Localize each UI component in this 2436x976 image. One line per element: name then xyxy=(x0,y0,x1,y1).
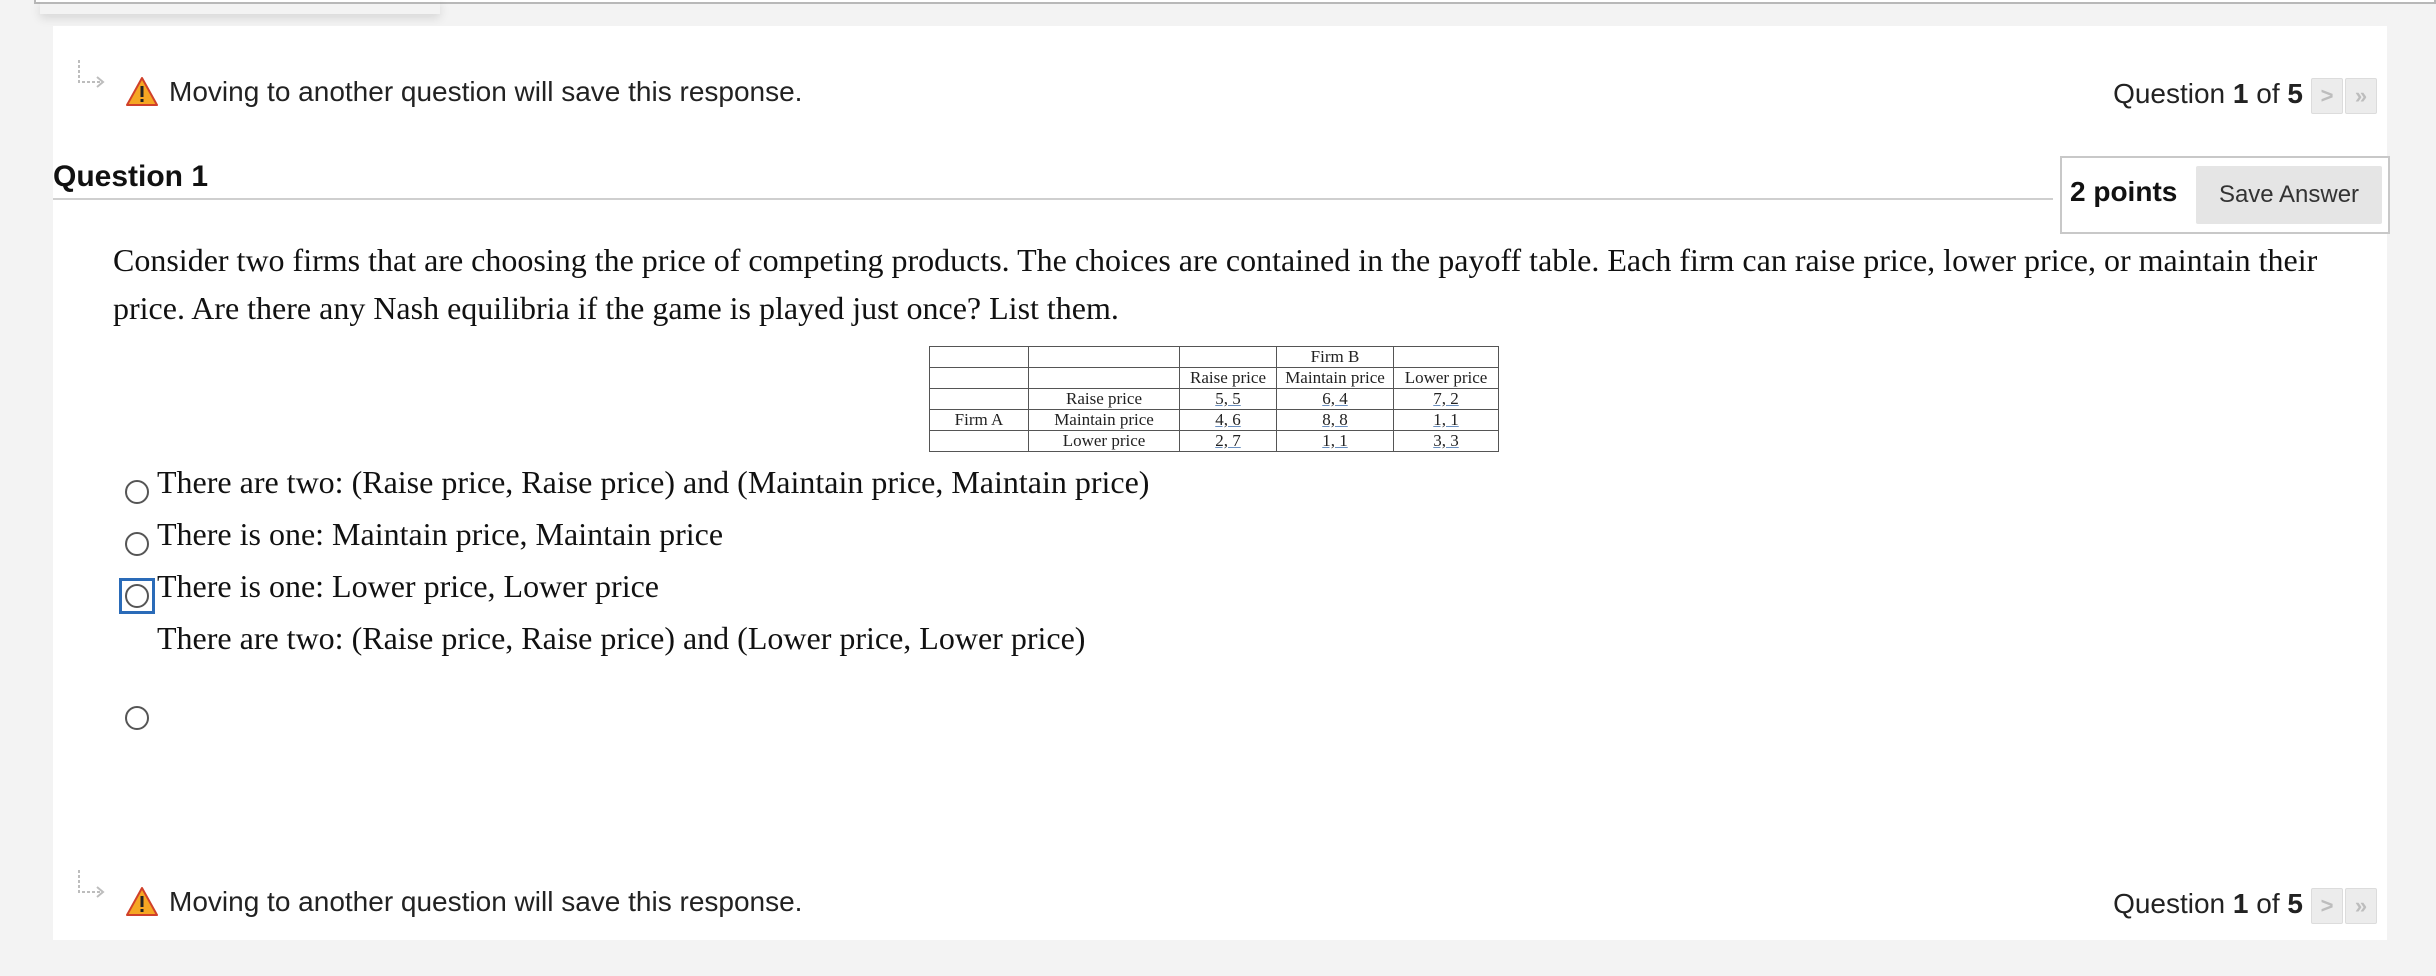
table-cell-empty xyxy=(929,388,1029,410)
radio-option-3[interactable] xyxy=(125,584,149,608)
row-header: Raise price xyxy=(1028,388,1180,410)
last-question-button[interactable]: » xyxy=(2345,78,2377,114)
save-notice: Moving to another question will save thi… xyxy=(125,76,802,108)
counter-prefix: Question xyxy=(2113,78,2226,109)
payoff-table: Firm B Raise price Maintain price Lower … xyxy=(929,346,1499,452)
last-question-button[interactable]: » xyxy=(2345,888,2377,924)
table-cell-empty xyxy=(1179,346,1277,368)
counter-prefix: Question xyxy=(2113,888,2226,919)
next-question-button[interactable]: > xyxy=(2311,888,2343,924)
table-cell-empty xyxy=(1028,367,1180,389)
payoff-cell: 3, 3 xyxy=(1393,430,1499,452)
counter-current: 1 xyxy=(2232,78,2249,109)
payoff-cell: 1, 1 xyxy=(1393,409,1499,431)
question-panel: Moving to another question will save thi… xyxy=(53,26,2390,940)
top-nav-row: Moving to another question will save thi… xyxy=(53,60,2387,120)
payoff-cell: 4, 6 xyxy=(1179,409,1277,431)
top-shadow xyxy=(40,0,440,14)
row-header: Lower price xyxy=(1028,430,1180,452)
radio-option-1[interactable] xyxy=(125,480,149,504)
counter-middle: of xyxy=(2256,888,2280,919)
question-title: Question 1 xyxy=(53,160,209,193)
radio-option-2[interactable] xyxy=(125,532,149,556)
counter-middle: of xyxy=(2256,78,2280,109)
payoff-cell: 5, 5 xyxy=(1179,388,1277,410)
question-counter: Question 1 of 5 xyxy=(2113,78,2303,110)
question-text: Consider two firms that are choosing the… xyxy=(113,242,2318,326)
table-cell-empty xyxy=(1028,346,1180,368)
points-label: 2 points xyxy=(2070,176,2178,207)
double-chevron-right-icon: » xyxy=(2354,83,2368,108)
next-question-button[interactable]: > xyxy=(2311,78,2343,114)
radio-option-4[interactable] xyxy=(125,706,149,730)
save-notice-text: Moving to another question will save thi… xyxy=(169,76,803,107)
column-header: Raise price xyxy=(1179,367,1277,389)
warning-icon xyxy=(126,887,158,916)
table-cell-empty xyxy=(929,346,1029,368)
option-label: There are two: (Raise price, Raise price… xyxy=(157,620,1086,656)
firm-b-header: Firm B xyxy=(1276,346,1394,368)
column-header: Lower price xyxy=(1393,367,1499,389)
option-label: There is one: Lower price, Lower price xyxy=(157,568,659,604)
table-cell-empty xyxy=(929,367,1029,389)
save-notice: Moving to another question will save thi… xyxy=(125,886,802,918)
column-header: Maintain price xyxy=(1276,367,1394,389)
hook-arrow-icon xyxy=(78,60,105,88)
payoff-cell: 8, 8 xyxy=(1276,409,1394,431)
title-divider xyxy=(53,198,2053,200)
save-notice-text: Moving to another question will save thi… xyxy=(169,886,803,917)
firm-a-header: Firm A xyxy=(929,409,1029,431)
hook-arrow-icon xyxy=(78,870,105,898)
option-label: There are two: (Raise price, Raise price… xyxy=(157,464,1150,500)
chevron-right-icon: > xyxy=(2320,83,2334,108)
payoff-cell: 7, 2 xyxy=(1393,388,1499,410)
option-label: There is one: Maintain price, Maintain p… xyxy=(157,516,724,552)
row-header: Maintain price xyxy=(1028,409,1180,431)
counter-total: 5 xyxy=(2287,78,2303,109)
counter-total: 5 xyxy=(2287,888,2303,919)
payoff-cell: 6, 4 xyxy=(1276,388,1394,410)
warning-icon xyxy=(126,77,158,106)
payoff-cell: 1, 1 xyxy=(1276,430,1394,452)
save-answer-button[interactable]: Save Answer xyxy=(2196,166,2382,224)
payoff-cell: 2, 7 xyxy=(1179,430,1277,452)
chevron-right-icon: > xyxy=(2320,893,2334,918)
counter-current: 1 xyxy=(2232,888,2249,919)
double-chevron-right-icon: » xyxy=(2354,893,2368,918)
points-box: 2 points Save Answer xyxy=(2060,156,2390,234)
bottom-nav-row: Moving to another question will save thi… xyxy=(53,870,2387,930)
table-cell-empty xyxy=(929,430,1029,452)
question-counter: Question 1 of 5 xyxy=(2113,888,2303,920)
table-cell-empty xyxy=(1393,346,1499,368)
